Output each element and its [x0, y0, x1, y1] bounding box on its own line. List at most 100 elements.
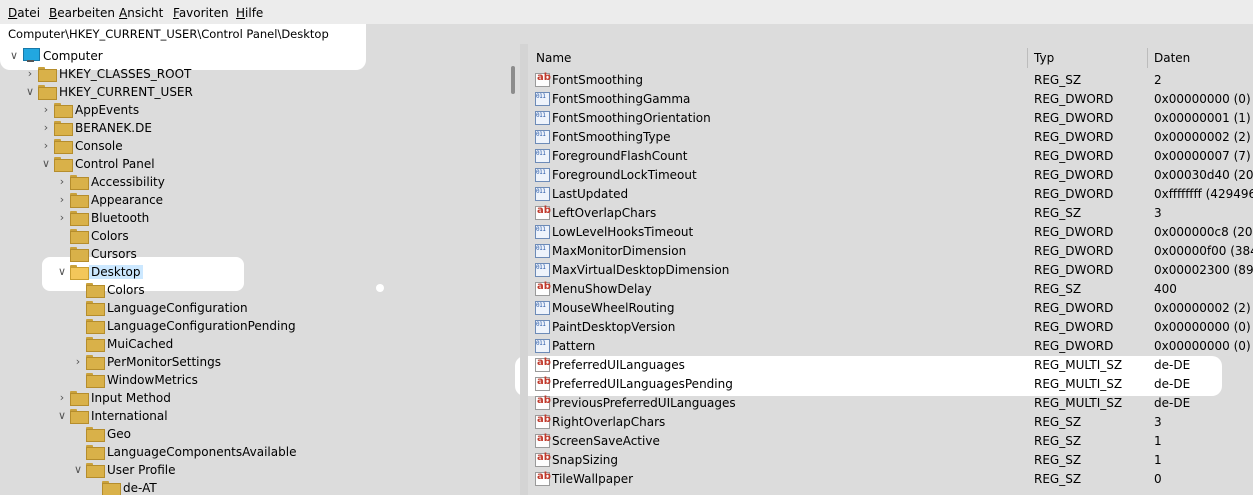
table-row[interactable]: ForegroundFlashCount REG_DWORD 0x00000007 … [530, 147, 1253, 166]
table-row[interactable]: FontSmoothingGamma REG_DWORD 0x00000000 (0… [530, 90, 1253, 109]
chevron-right-icon[interactable]: › [56, 209, 68, 227]
tree-item[interactable]: › PerMonitorSettings [0, 353, 510, 371]
chevron-right-icon[interactable]: › [56, 389, 68, 407]
value-type: REG_DWORD [1034, 111, 1114, 125]
tree-item[interactable]: LanguageConfiguration [0, 299, 510, 317]
chevron-down-icon[interactable]: ∨ [56, 263, 68, 281]
tree-item[interactable]: ∨ Computer [0, 47, 510, 65]
tree-item[interactable]: Colors [0, 227, 510, 245]
table-row[interactable]: MouseWheelRouting REG_DWORD 0x00000002 (2) [530, 299, 1253, 318]
menu-hilfe[interactable]: Hilfe [236, 6, 263, 20]
tree-item[interactable]: › Appearance [0, 191, 510, 209]
table-row[interactable]: Pattern REG_DWORD 0x00000000 (0) [530, 337, 1253, 356]
table-row[interactable]: PreferredUILanguagesPending REG_MULTI_SZ d… [530, 375, 1253, 394]
value-type: REG_DWORD [1034, 301, 1114, 315]
table-row[interactable]: MaxVirtualDesktopDimension REG_DWORD 0x000… [530, 261, 1253, 280]
column-header-name[interactable]: Name [530, 48, 571, 68]
tree-item[interactable]: ∨ HKEY_CURRENT_USER [0, 83, 510, 101]
tree-item[interactable]: MuiCached [0, 335, 510, 353]
tree-item[interactable]: Geo [0, 425, 510, 443]
menu-bearbeiten[interactable]: Bearbeiten [49, 6, 115, 20]
string-value-icon [535, 471, 551, 486]
chevron-down-icon[interactable]: ∨ [8, 47, 20, 65]
address-path[interactable]: Computer\HKEY_CURRENT_USER\Control Panel… [8, 28, 329, 41]
value-data: 0 [1154, 472, 1162, 486]
tree-item-label: LanguageComponentsAvailable [107, 445, 297, 459]
table-row[interactable]: LastUpdated REG_DWORD 0xffffffff (42949672 [530, 185, 1253, 204]
value-type: REG_MULTI_SZ [1034, 358, 1123, 372]
tree-item[interactable]: de-AT [0, 479, 510, 495]
tree-item[interactable]: › AppEvents [0, 101, 510, 119]
chevron-right-icon[interactable]: › [72, 353, 84, 371]
table-row[interactable]: FontSmoothing REG_SZ 2 [530, 71, 1253, 90]
tree-item[interactable]: LanguageConfigurationPending [0, 317, 510, 335]
tree-item[interactable]: Colors [0, 281, 510, 299]
tree-item[interactable]: ∨ International [0, 407, 510, 425]
chevron-right-icon[interactable]: › [40, 119, 52, 137]
tree-scrollbar-thumb[interactable] [511, 66, 515, 94]
table-row[interactable]: LeftOverlapChars REG_SZ 3 [530, 204, 1253, 223]
value-name: PreferredUILanguagesPending [552, 377, 733, 391]
chevron-right-icon[interactable]: › [56, 191, 68, 209]
value-name: MaxVirtualDesktopDimension [552, 263, 730, 277]
value-type: REG_DWORD [1034, 339, 1114, 353]
tree-item[interactable]: › Bluetooth [0, 209, 510, 227]
table-row[interactable]: FontSmoothingType REG_DWORD 0x00000002 (2) [530, 128, 1253, 147]
table-row[interactable]: PaintDesktopVersion REG_DWORD 0x00000000 (… [530, 318, 1253, 337]
tree-item[interactable]: Cursors [0, 245, 510, 263]
registry-tree[interactable]: ∨ Computer › HKEY_CLASSES_ROOT ∨ HKEY_CURRENT… [0, 44, 512, 495]
chevron-down-icon[interactable]: ∨ [24, 83, 36, 101]
value-type: REG_DWORD [1034, 244, 1114, 258]
pane-splitter[interactable] [520, 44, 528, 495]
chevron-right-icon[interactable]: › [24, 65, 36, 83]
chevron-down-icon[interactable]: ∨ [56, 407, 68, 425]
tree-item[interactable]: › Input Method [0, 389, 510, 407]
tree-item-label: Control Panel [75, 157, 155, 171]
chevron-right-icon[interactable]: › [40, 101, 52, 119]
tree-item-label: PerMonitorSettings [107, 355, 221, 369]
table-row[interactable]: RightOverlapChars REG_SZ 3 [530, 413, 1253, 432]
tree-item[interactable]: ∨ User Profile [0, 461, 510, 479]
tree-item[interactable]: WindowMetrics [0, 371, 510, 389]
column-separator[interactable] [1027, 48, 1028, 68]
chevron-right-icon[interactable]: › [40, 137, 52, 155]
tree-item[interactable]: LanguageComponentsAvailable [0, 443, 510, 461]
column-header-type[interactable]: Typ [1028, 48, 1054, 68]
menu-datei[interactable]: Datei [8, 6, 40, 20]
column-header-data[interactable]: Daten [1148, 48, 1190, 68]
table-row[interactable]: TileWallpaper REG_SZ 0 [530, 470, 1253, 489]
folder-icon [86, 337, 105, 352]
table-row[interactable]: FontSmoothingOrientation REG_DWORD 0x00000… [530, 109, 1253, 128]
value-type: REG_SZ [1034, 453, 1082, 467]
value-name: RightOverlapChars [552, 415, 666, 429]
table-row[interactable]: PreviousPreferredUILanguages REG_MULTI_SZ… [530, 394, 1253, 413]
value-data: de-DE [1154, 377, 1191, 391]
menu-favoriten[interactable]: Favoriten [173, 6, 229, 20]
value-data: 0x00000002 (2) [1154, 301, 1251, 315]
table-row[interactable]: ForegroundLockTimeout REG_DWORD 0x00030d40… [530, 166, 1253, 185]
address-bar[interactable]: Computer\HKEY_CURRENT_USER\Control Panel… [0, 24, 1253, 44]
menu-ansicht[interactable]: Ansicht [119, 6, 163, 20]
chevron-down-icon[interactable]: ∨ [72, 461, 84, 479]
value-data: 0x00000f00 (3840) [1154, 244, 1253, 258]
table-row[interactable]: ScreenSaveActive REG_SZ 1 [530, 432, 1253, 451]
table-row[interactable]: SnapSizing REG_SZ 1 [530, 451, 1253, 470]
chevron-right-icon[interactable]: › [56, 173, 68, 191]
column-separator[interactable] [1147, 48, 1148, 68]
table-row[interactable]: PreferredUILanguages REG_MULTI_SZ de-DE [530, 356, 1253, 375]
tree-item[interactable]: › Console [0, 137, 510, 155]
menu-bar: Datei Bearbeiten Ansicht Favoriten Hilfe [0, 0, 1253, 24]
tree-item[interactable]: ∨ Control Panel [0, 155, 510, 173]
tree-item[interactable]: › Accessibility [0, 173, 510, 191]
tree-item[interactable]: › HKEY_CLASSES_ROOT [0, 65, 510, 83]
tree-item[interactable]: ∨ Desktop [0, 263, 510, 281]
tree-item[interactable]: › BERANEK.DE [0, 119, 510, 137]
binary-value-icon [535, 168, 550, 182]
table-row[interactable]: MaxMonitorDimension REG_DWORD 0x00000f00 (… [530, 242, 1253, 261]
folder-icon [54, 121, 73, 136]
table-row[interactable]: MenuShowDelay REG_SZ 400 [530, 280, 1253, 299]
chevron-down-icon[interactable]: ∨ [40, 155, 52, 173]
binary-value-icon [535, 339, 550, 353]
folder-icon [70, 391, 89, 406]
table-row[interactable]: LowLevelHooksTimeout REG_DWORD 0x000000c8 … [530, 223, 1253, 242]
